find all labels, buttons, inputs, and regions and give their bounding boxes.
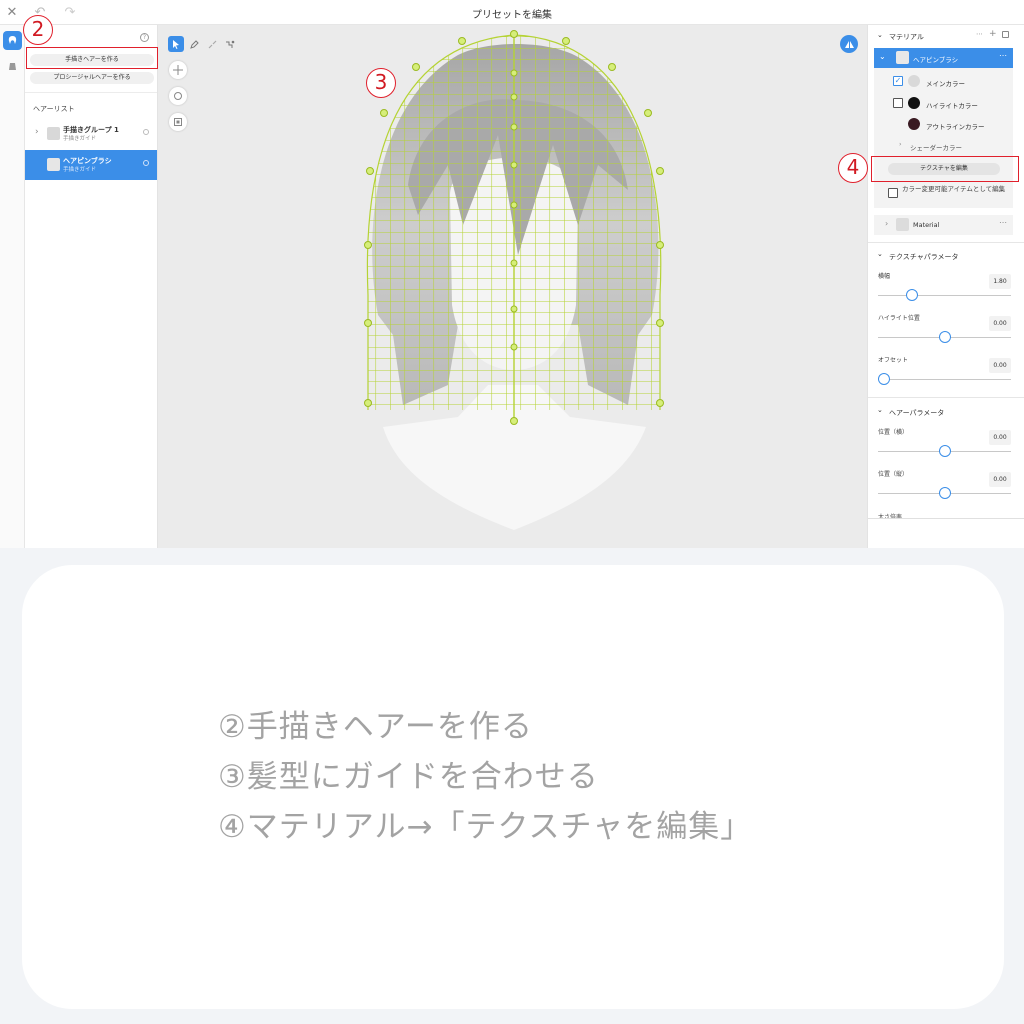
step3-marker: 3: [366, 68, 396, 98]
thumbnail: [47, 127, 60, 140]
3d-viewport[interactable]: [158, 25, 867, 548]
more-icon[interactable]: ⋯: [999, 218, 1007, 227]
shader-color-row[interactable]: › シェーダーカラー: [874, 135, 1014, 155]
param-slider-thumb[interactable]: [905, 289, 918, 301]
mode-rail: [0, 25, 25, 548]
visibility-icon[interactable]: [143, 160, 149, 166]
param-value-input[interactable]: 0.00: [989, 430, 1011, 445]
caption-step3: ③髪型にガイドを合わせる: [218, 759, 599, 795]
param-label: 位置（縦）: [878, 471, 909, 478]
hair-params-header: ヘアーパラメータ: [889, 409, 945, 417]
step2-highlight: [26, 47, 158, 69]
collapse-icon[interactable]: ⌄: [877, 406, 883, 414]
param-value-input[interactable]: 0.00: [989, 472, 1011, 487]
thumbnail: [47, 158, 60, 171]
title-bar: ✕ ↶ ↷ プリセットを編集: [0, 0, 1024, 25]
shader-color-label: シェーダーカラー: [910, 144, 962, 152]
caption-card: ②手描きヘアーを作る ③髪型にガイドを合わせる ④マテリアル→「テクスチャを編集…: [22, 565, 1004, 1009]
texture-params-header: テクスチャパラメータ: [889, 253, 959, 261]
param-label: 位置（横）: [878, 429, 909, 436]
visibility-icon[interactable]: [143, 129, 149, 135]
param-slider-track[interactable]: [878, 379, 1011, 380]
collapse-icon[interactable]: ⌄: [877, 250, 883, 258]
material-thumbnail: [896, 51, 909, 64]
param-slider-thumb[interactable]: [878, 373, 890, 385]
hair-model: [364, 30, 664, 530]
param-label: オフセット: [878, 357, 909, 364]
chevron-right-icon[interactable]: ›: [899, 140, 902, 148]
list-item-sub: 手描きガイド: [63, 167, 97, 173]
param-label: 横幅: [878, 273, 891, 280]
help-icon[interactable]: ?: [140, 33, 149, 42]
param-slider-thumb[interactable]: [938, 445, 951, 457]
more-icon[interactable]: ⋯: [976, 30, 983, 38]
swatch-row-highlight[interactable]: ハイライトカラー: [874, 93, 1014, 113]
divider: [25, 92, 157, 93]
panel-footer: [868, 518, 1024, 548]
editable-item-label: カラー変更可能アイテムとして編集: [902, 185, 1006, 193]
highlight-color-swatch[interactable]: [908, 97, 920, 109]
param-slider-thumb[interactable]: [938, 331, 951, 343]
swatch-row-outline[interactable]: アウトラインカラー: [874, 114, 1014, 134]
step2-marker: 2: [23, 15, 53, 45]
copy-icon[interactable]: [1002, 31, 1009, 38]
accessory-mode-icon[interactable]: [3, 57, 22, 76]
editable-item-checkbox[interactable]: [888, 188, 898, 198]
main-color-checkbox[interactable]: ✓: [893, 76, 903, 86]
divider: [868, 397, 1024, 398]
param-slider-thumb[interactable]: [938, 487, 951, 499]
outline-color-swatch[interactable]: [908, 118, 920, 130]
swatch-row-main[interactable]: ✓ メインカラー: [874, 71, 1014, 91]
caption-step4: ④マテリアル→「テクスチャを編集」: [218, 809, 753, 845]
param-label: ハイライト位置: [878, 315, 920, 322]
divider: [868, 242, 1024, 243]
material-header: マテリアル: [889, 33, 924, 41]
app-window: ✕ ↶ ↷ プリセットを編集 ? 手描きヘアーを作る プロシージャルヘアーを作る…: [0, 0, 1024, 548]
material-thumbnail: [896, 218, 909, 231]
hair-mode-icon[interactable]: [3, 31, 22, 50]
right-panel: ⌄ マテリアル ⋯ + ⌄ ヘアピンブラシ ⋯ ✓ メインカラー ハイライトカラ…: [867, 25, 1024, 548]
material-item-selected[interactable]: ⌄ ヘアピンブラシ ⋯: [874, 48, 1013, 68]
material-item-name: Material: [913, 221, 940, 229]
chevron-right-icon[interactable]: ›: [885, 219, 888, 228]
hair-list-label: ヘアーリスト: [33, 105, 75, 113]
param-value-input[interactable]: 1.80: [989, 274, 1011, 289]
material-item[interactable]: › Material ⋯: [874, 215, 1013, 235]
collapse-icon[interactable]: ⌄: [877, 31, 883, 39]
chevron-right-icon[interactable]: ›: [35, 127, 39, 137]
list-item[interactable]: › 手描きグループ 1 手描きガイド: [25, 119, 157, 149]
param-value-input[interactable]: 0.00: [989, 358, 1011, 373]
add-icon[interactable]: +: [989, 29, 997, 39]
main-color-label: メインカラー: [926, 80, 965, 88]
more-icon[interactable]: ⋯: [999, 51, 1007, 60]
chevron-down-icon[interactable]: ⌄: [879, 52, 886, 61]
main-color-swatch[interactable]: [908, 75, 920, 87]
list-item-selected[interactable]: ヘアピンブラシ 手描きガイド: [25, 150, 157, 180]
param-value-input[interactable]: 0.00: [989, 316, 1011, 331]
outline-color-label: アウトラインカラー: [926, 123, 985, 131]
highlight-color-checkbox[interactable]: [893, 98, 903, 108]
left-panel: ? 手描きヘアーを作る プロシージャルヘアーを作る ヘアーリスト › 手描きグル…: [25, 25, 158, 548]
step4-marker: 4: [838, 153, 868, 183]
param-slider-track[interactable]: [878, 295, 1011, 296]
window-title: プリセットを編集: [472, 10, 552, 21]
highlight-color-label: ハイライトカラー: [926, 102, 978, 110]
create-procedural-hair-button[interactable]: プロシージャルヘアーを作る: [30, 72, 154, 84]
caption-step2: ②手描きヘアーを作る: [218, 709, 533, 745]
material-item-name: ヘアピンブラシ: [913, 56, 959, 64]
step4-highlight: [871, 156, 1019, 182]
list-item-sub: 手描きガイド: [63, 136, 97, 142]
